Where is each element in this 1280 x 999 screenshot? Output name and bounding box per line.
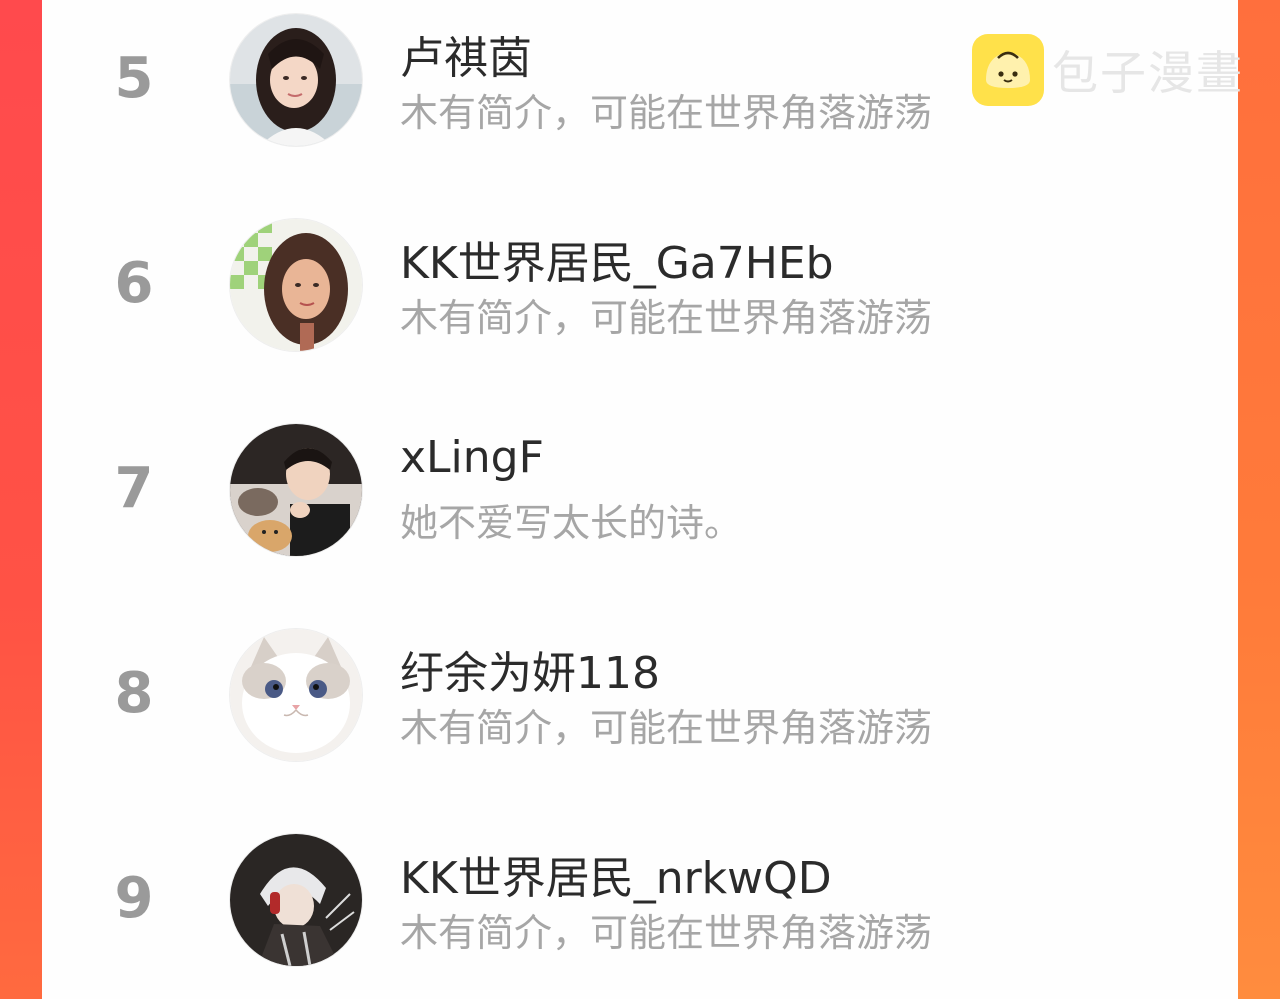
rank-number: 7 bbox=[114, 456, 154, 521]
watermark: 包子漫畫 bbox=[972, 34, 1244, 106]
user-name[interactable]: xLingF bbox=[400, 432, 544, 483]
rank-number: 6 bbox=[114, 251, 154, 316]
bun-face-icon bbox=[972, 34, 1044, 106]
user-bio: 木有简介，可能在世界角落游荡 bbox=[400, 911, 933, 955]
ranking-list-panel: 5 卢祺茵 木有简介，可能在世界角落游荡 6 KK世界居民_Ga7HEb 木有简… bbox=[42, 0, 1242, 999]
girl-portrait-icon bbox=[230, 14, 362, 146]
rank-number: 5 bbox=[114, 46, 154, 111]
ragdoll-cat-icon bbox=[230, 629, 362, 761]
rank-number: 8 bbox=[114, 661, 154, 726]
user-bio: 木有简介，可能在世界角落游荡 bbox=[400, 91, 933, 135]
rank-number: 9 bbox=[114, 866, 154, 931]
user-name[interactable]: 纡余为妍118 bbox=[400, 637, 660, 701]
avatar[interactable] bbox=[230, 14, 362, 146]
avatar[interactable] bbox=[230, 424, 362, 556]
right-frame-border bbox=[1238, 0, 1280, 999]
watermark-text: 包子漫畫 bbox=[1052, 46, 1244, 100]
user-bio: 她不爱写太长的诗。 bbox=[400, 501, 743, 545]
list-item[interactable]: 6 KK世界居民_Ga7HEb 木有简介，可能在世界角落游荡 bbox=[42, 205, 1238, 365]
list-item[interactable]: 8 纡余为妍118 木有简介，可能在世界角落游荡 bbox=[42, 615, 1238, 775]
man-with-cats-icon bbox=[230, 424, 362, 556]
user-name[interactable]: 卢祺茵 bbox=[400, 22, 532, 86]
avatar[interactable] bbox=[230, 834, 362, 966]
list-item[interactable]: 7 xLingF 她不爱写太长的诗。 bbox=[42, 410, 1238, 570]
user-name[interactable]: KK世界居民_Ga7HEb bbox=[400, 227, 834, 291]
left-frame-border bbox=[0, 0, 42, 999]
avatar[interactable] bbox=[230, 629, 362, 761]
user-bio: 木有简介，可能在世界角落游荡 bbox=[400, 706, 933, 750]
girl-checkered-portrait-icon bbox=[230, 219, 362, 351]
anime-boy-icon bbox=[230, 834, 362, 966]
list-item[interactable]: 9 KK世界居民_nrkwQD 木有简介，可能在世界角落游荡 bbox=[42, 820, 1238, 980]
user-bio: 木有简介，可能在世界角落游荡 bbox=[400, 296, 933, 340]
avatar[interactable] bbox=[230, 219, 362, 351]
user-name[interactable]: KK世界居民_nrkwQD bbox=[400, 842, 832, 906]
